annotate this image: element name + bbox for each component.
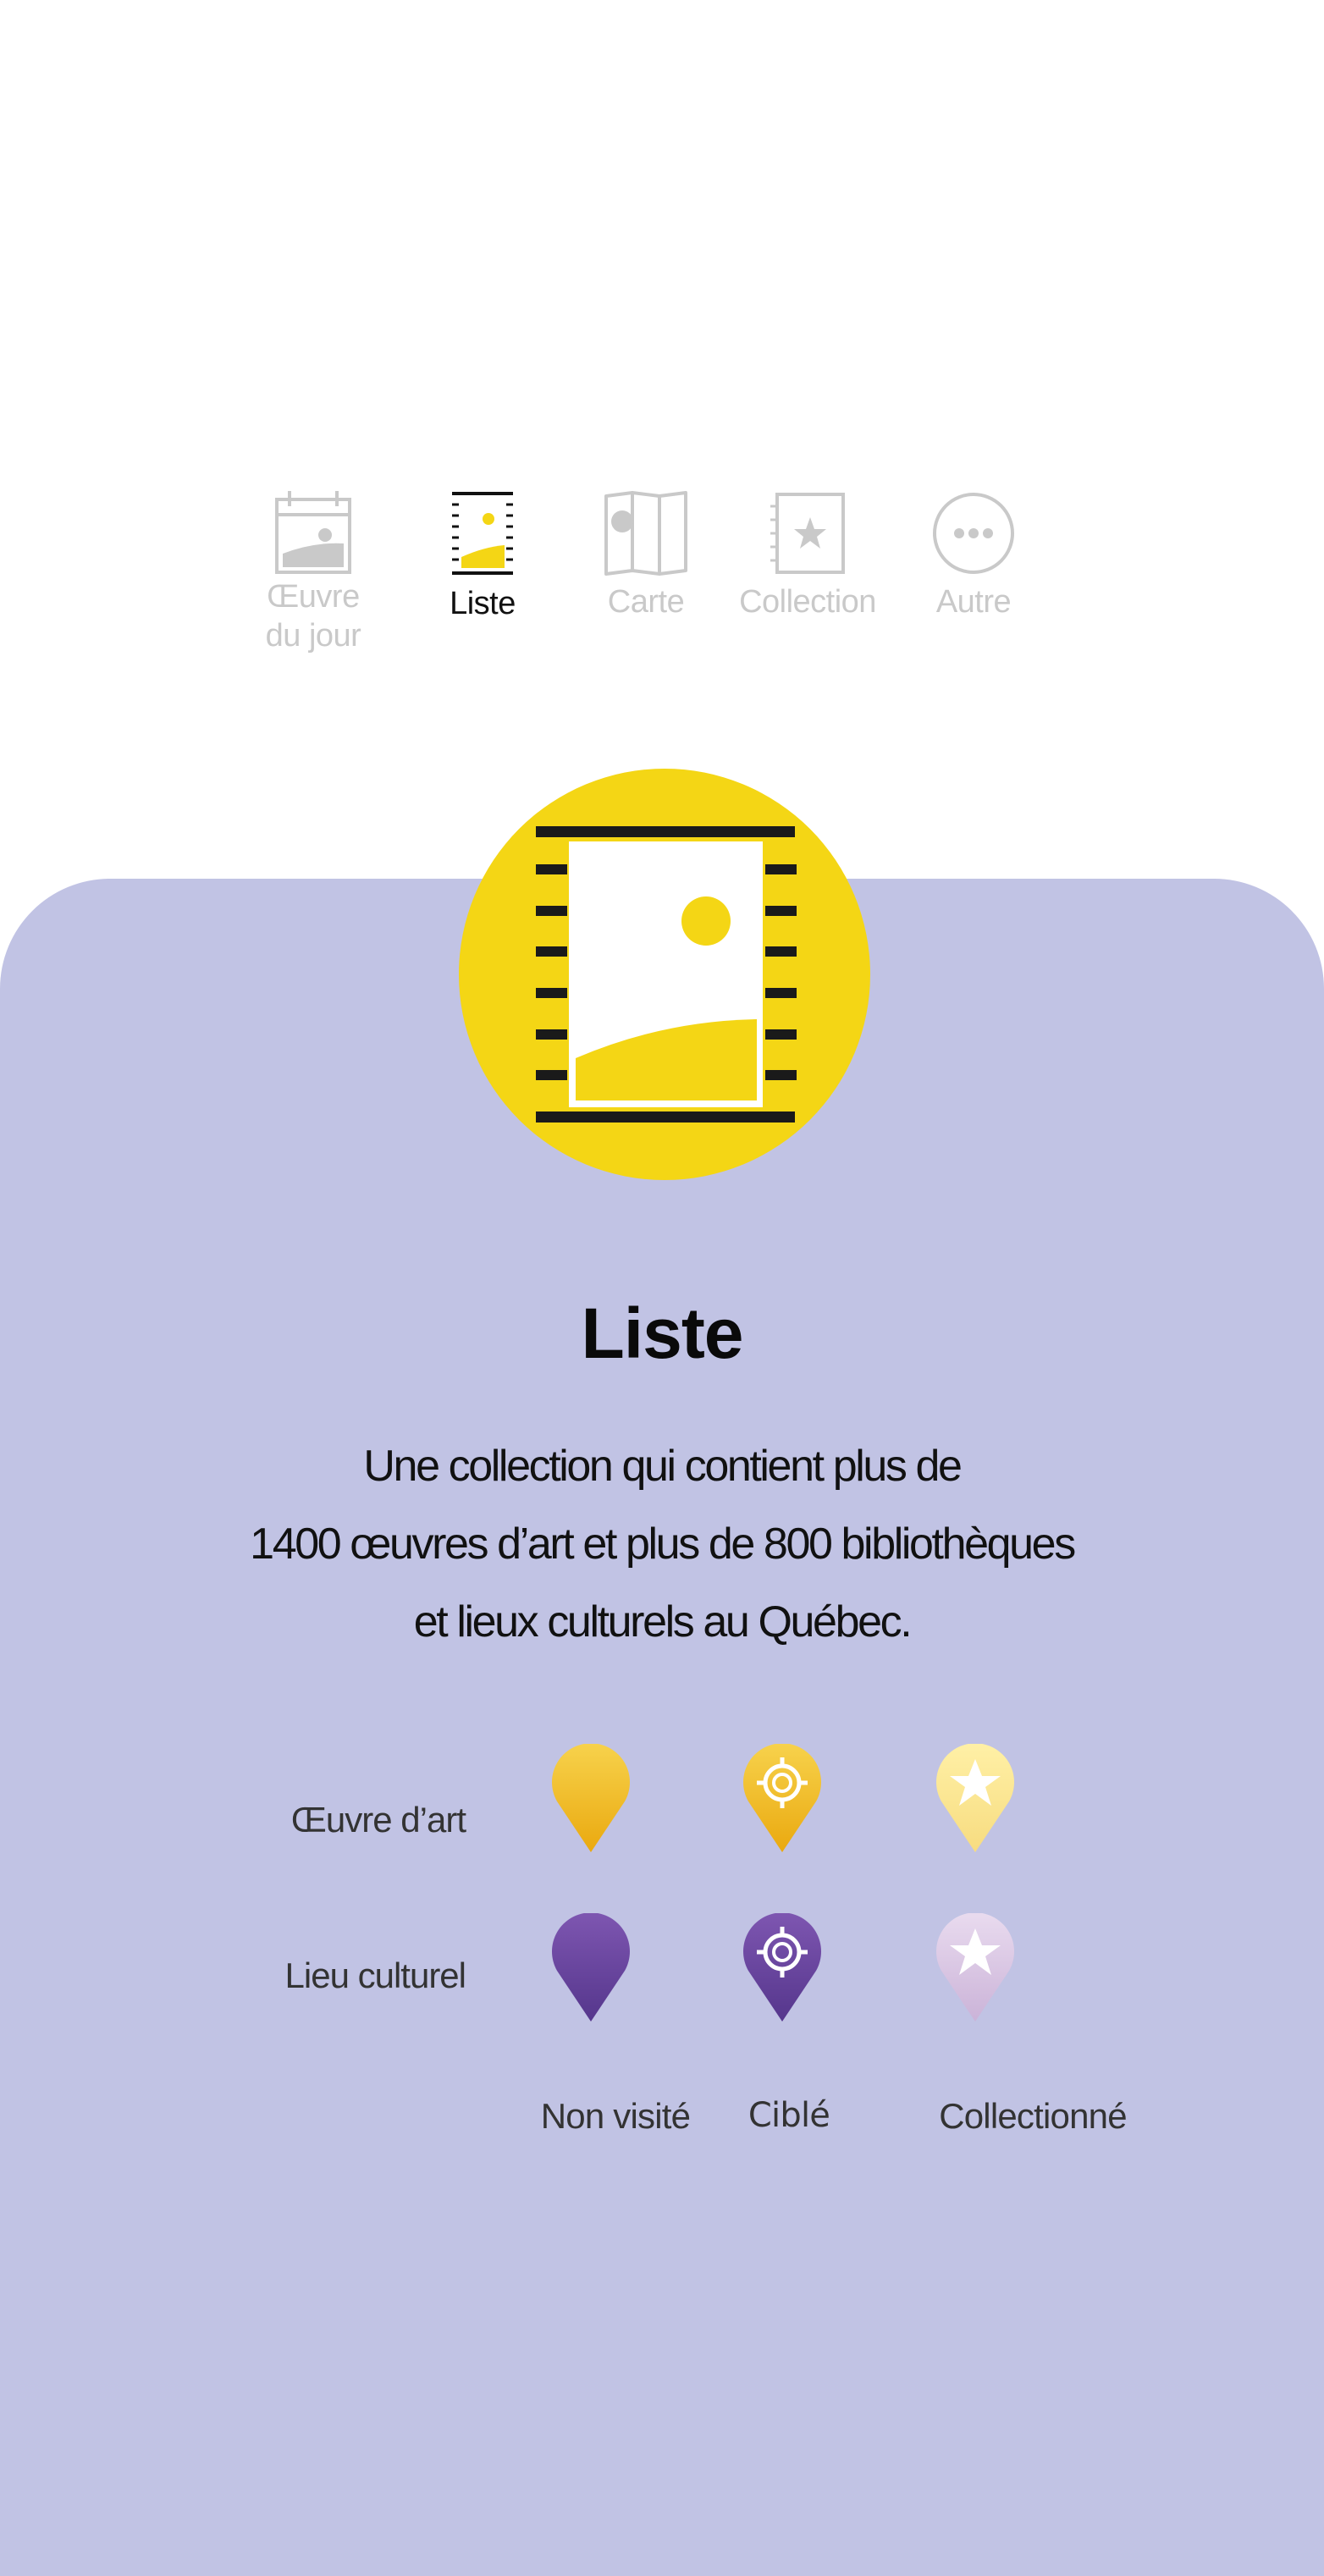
tab-bar: Œuvre du jour Liste Carte Collection Aut… — [0, 0, 1324, 694]
legend-label-lieu-culturel: Lieu culturel — [284, 1955, 466, 1995]
pin-lieu-non-visite-icon — [552, 1913, 630, 2022]
tab-autre-label: Autre — [935, 584, 1012, 620]
calendar-artwork-icon — [275, 491, 351, 574]
tab-oeuvre-du-jour[interactable]: Œuvre du jour — [233, 491, 394, 655]
tab-collection-label: Collection — [739, 584, 876, 620]
tab-collection[interactable]: Collection — [726, 491, 889, 621]
tab-carte-label: Carte — [607, 584, 685, 620]
tab-oeuvre-label-2: du jour — [265, 618, 361, 654]
more-icon — [933, 493, 1014, 574]
legend-col-non-visite: Non visité — [540, 2096, 691, 2136]
pin-lieu-collectionne-icon — [936, 1913, 1014, 2022]
pin-art-collectionne-icon — [936, 1744, 1014, 1852]
pin-art-non-visite-icon — [552, 1744, 630, 1852]
tab-liste-label: Liste — [450, 586, 516, 621]
description: Une collection qui contient plus de 1400… — [154, 1427, 1170, 1661]
description-line-1: Une collection qui contient plus de — [363, 1442, 963, 1491]
map-icon — [604, 491, 687, 576]
page-title: Liste — [581, 1294, 743, 1373]
list-gallery-icon — [452, 492, 513, 575]
star-album-icon — [770, 493, 845, 574]
list-gallery-icon — [459, 769, 870, 1180]
description-line-2: 1400 œuvres d’art et plus de 800 bibliot… — [250, 1520, 1076, 1569]
legend-col-collectionne: Collectionné — [939, 2096, 1127, 2136]
description-line-3: et lieux culturels au Québec. — [413, 1597, 913, 1647]
pin-art-cible-icon — [743, 1744, 821, 1852]
legend-label-oeuvre-art: Œuvre d’art — [290, 1800, 466, 1840]
tab-liste[interactable]: Liste — [402, 491, 563, 623]
legend-col-cible: Ciblé — [748, 2096, 830, 2135]
tab-carte[interactable]: Carte — [565, 491, 726, 621]
pin-lieu-cible-icon — [743, 1913, 821, 2022]
tab-autre[interactable]: Autre — [893, 491, 1054, 621]
tab-oeuvre-label-1: Œuvre — [267, 579, 360, 615]
